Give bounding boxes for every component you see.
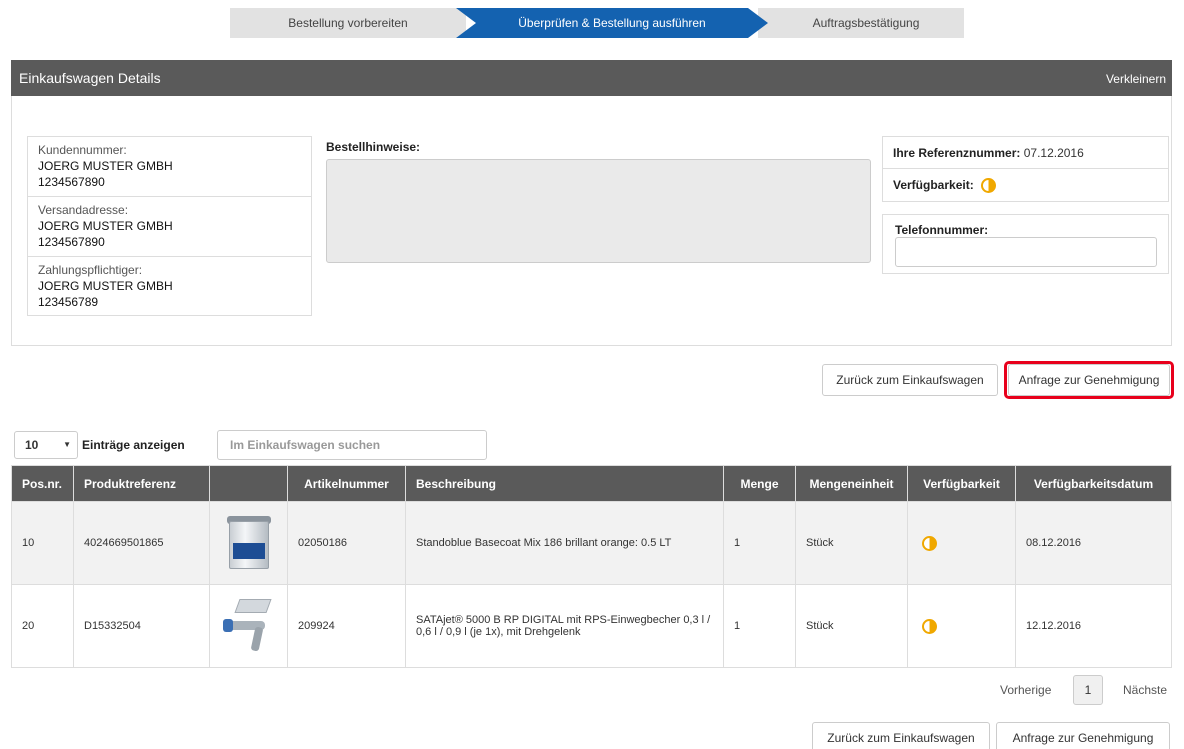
- table-row: 20 D15332504 209924 SATAjet® 5000 B RP D…: [11, 584, 1172, 668]
- cell-article-number: 02050186: [287, 501, 406, 585]
- shipping-name: JOERG MUSTER GMBH: [38, 219, 173, 233]
- cell-pos: 20: [11, 584, 74, 668]
- col-quantity[interactable]: Menge: [723, 465, 796, 502]
- col-image: [209, 465, 288, 502]
- pager-page-1[interactable]: 1: [1073, 675, 1103, 705]
- reference-label: Ihre Referenznummer:: [893, 146, 1021, 160]
- shipping-address-block: Versandadresse: JOERG MUSTER GMBH 123456…: [28, 197, 311, 257]
- page-length-label: Einträge anzeigen: [82, 438, 185, 452]
- order-notes-label: Bestellhinweise:: [326, 140, 421, 154]
- payer-name: JOERG MUSTER GMBH: [38, 279, 173, 293]
- availability-label: Verfügbarkeit:: [893, 178, 974, 192]
- cell-quantity: 1: [723, 584, 796, 668]
- col-pos[interactable]: Pos.nr.: [11, 465, 74, 502]
- reference-value: 07.12.2016: [1023, 146, 1084, 160]
- collapse-link[interactable]: Verkleinern: [1106, 72, 1166, 86]
- cell-availability: [907, 584, 1016, 668]
- page-length-value: 10: [25, 438, 39, 452]
- table-row: 10 4024669501865 02050186 Standoblue Bas…: [11, 501, 1172, 585]
- half-availability-icon: [981, 178, 997, 194]
- cell-description: Standoblue Basecoat Mix 186 brillant ora…: [405, 501, 724, 585]
- pager-next[interactable]: Nächste: [1123, 683, 1167, 697]
- request-approval-button-bottom[interactable]: Anfrage zur Genehmigung: [996, 722, 1170, 749]
- phone-box: Telefonnummer:: [882, 214, 1169, 274]
- page-length-select[interactable]: 10 ▼: [14, 431, 78, 459]
- payer-block: Zahlungspflichtiger: JOERG MUSTER GMBH 1…: [28, 257, 311, 315]
- cell-image: [209, 584, 288, 668]
- half-availability-icon: [922, 618, 937, 634]
- payer-label: Zahlungspflichtiger:: [38, 263, 143, 277]
- address-box: Kundennummer: JOERG MUSTER GMBH 12345678…: [27, 136, 312, 316]
- customer-name: JOERG MUSTER GMBH: [38, 159, 173, 173]
- step-order-confirmation: Auftragsbestätigung: [758, 8, 964, 38]
- cart-table: Pos.nr. Produktreferenz Artikelnummer Be…: [11, 465, 1172, 668]
- cell-quantity: 1: [723, 501, 796, 585]
- step-prepare-order: Bestellung vorbereiten: [230, 8, 466, 38]
- cell-product-ref: D15332504: [73, 584, 210, 668]
- half-availability-icon: [922, 535, 937, 551]
- customer-number-label: Kundennummer:: [38, 143, 127, 157]
- cell-availability: [907, 501, 1016, 585]
- customer-number-block: Kundennummer: JOERG MUSTER GMBH 12345678…: [28, 137, 311, 197]
- col-availability[interactable]: Verfügbarkeit: [907, 465, 1016, 502]
- cell-product-ref: 4024669501865: [73, 501, 210, 585]
- col-description[interactable]: Beschreibung: [405, 465, 724, 502]
- cart-search-input[interactable]: Im Einkaufswagen suchen: [217, 430, 487, 460]
- col-article-number[interactable]: Artikelnummer: [287, 465, 406, 502]
- table-header-row: Pos.nr. Produktreferenz Artikelnummer Be…: [11, 465, 1172, 502]
- step-review-order: Überprüfen & Bestellung ausführen: [456, 8, 768, 38]
- cell-availability-date: 08.12.2016: [1015, 501, 1172, 585]
- shipping-address-label: Versandadresse:: [38, 203, 129, 217]
- cart-details-header: Einkaufswagen Details Verkleinern: [11, 60, 1172, 96]
- cell-unit: Stück: [795, 584, 908, 668]
- back-to-cart-button[interactable]: Zurück zum Einkaufswagen: [822, 364, 998, 396]
- pager-previous[interactable]: Vorherige: [1000, 683, 1051, 697]
- col-unit[interactable]: Mengeneinheit: [795, 465, 908, 502]
- cell-pos: 10: [11, 501, 74, 585]
- customer-number: 1234567890: [38, 175, 105, 189]
- back-to-cart-button-bottom[interactable]: Zurück zum Einkaufswagen: [812, 722, 990, 749]
- cell-article-number: 209924: [287, 584, 406, 668]
- phone-input[interactable]: [895, 237, 1157, 267]
- phone-label: Telefonnummer:: [895, 223, 989, 237]
- spray-gun-image: [219, 595, 279, 655]
- payer-number: 123456789: [38, 295, 99, 309]
- panel-title: Einkaufswagen Details: [19, 70, 161, 86]
- request-approval-button[interactable]: Anfrage zur Genehmigung: [1008, 364, 1170, 396]
- col-availability-date[interactable]: Verfügbarkeitsdatum: [1015, 465, 1172, 502]
- cell-image: [209, 501, 288, 585]
- cart-details-body: Kundennummer: JOERG MUSTER GMBH 12345678…: [11, 96, 1172, 346]
- reference-row: Ihre Referenznummer: 07.12.2016: [883, 137, 1168, 169]
- cell-description: SATAjet® 5000 B RP DIGITAL mit RPS-Einwe…: [405, 584, 724, 668]
- reference-box: Ihre Referenznummer: 07.12.2016 Verfügba…: [882, 136, 1169, 202]
- dropdown-arrow-icon: ▼: [63, 440, 71, 449]
- paint-can-image: [223, 513, 275, 571]
- availability-row: Verfügbarkeit:: [883, 169, 1168, 201]
- cell-unit: Stück: [795, 501, 908, 585]
- cell-availability-date: 12.12.2016: [1015, 584, 1172, 668]
- shipping-number: 1234567890: [38, 235, 105, 249]
- col-product-ref[interactable]: Produktreferenz: [73, 465, 210, 502]
- checkout-stepper: Bestellung vorbereiten Auftragsbestätigu…: [230, 8, 964, 38]
- order-notes-textarea[interactable]: [326, 159, 871, 263]
